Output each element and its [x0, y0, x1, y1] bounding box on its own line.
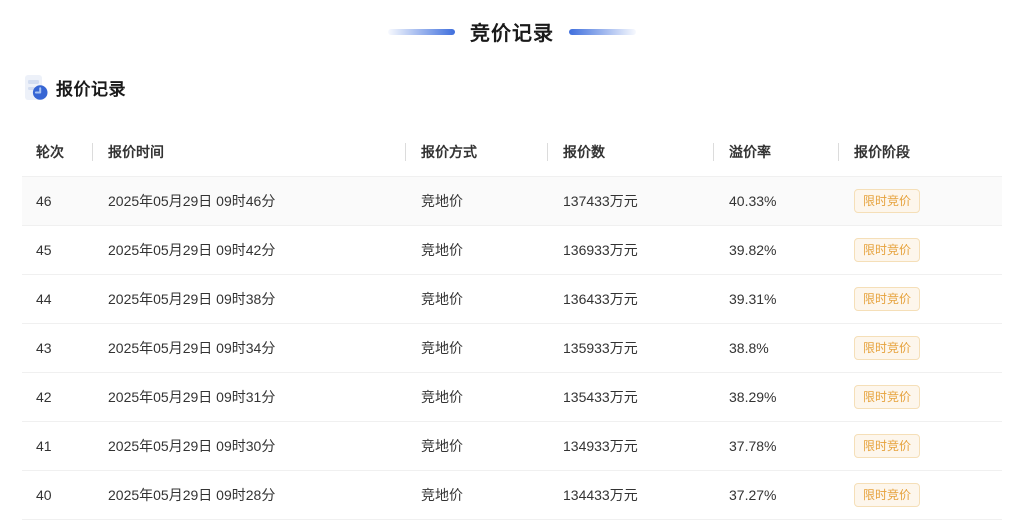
cell-round: 42: [22, 372, 92, 421]
cell-amount: 135433万元: [547, 372, 713, 421]
stage-badge: 限时竞价: [854, 434, 920, 458]
table-row[interactable]: 43 2025年05月29日 09时34分 竞地价 135933万元 38.8%…: [22, 323, 1002, 372]
cell-premium: 37.27%: [713, 470, 838, 519]
cell-time: 2025年05月29日 09时46分: [92, 176, 405, 225]
cell-amount: 134433万元: [547, 470, 713, 519]
cell-stage: 限时竞价: [838, 176, 1002, 225]
cell-stage: 限时竞价: [838, 225, 1002, 274]
stage-badge: 限时竞价: [854, 189, 920, 213]
cell-time: 2025年05月29日 09时30分: [92, 421, 405, 470]
column-header-premium: 溢价率: [713, 128, 838, 176]
cell-time: 2025年05月29日 09时31分: [92, 372, 405, 421]
cell-premium: 39.82%: [713, 225, 838, 274]
table-row[interactable]: 41 2025年05月29日 09时30分 竞地价 134933万元 37.78…: [22, 421, 1002, 470]
cell-method: 竞地价: [405, 274, 547, 323]
stage-badge: 限时竞价: [854, 385, 920, 409]
cell-method: 竞地价: [405, 421, 547, 470]
cell-round: 46: [22, 176, 92, 225]
cell-round: 41: [22, 421, 92, 470]
cell-premium: 37.78%: [713, 421, 838, 470]
page: 竞价记录 报价记录: [0, 18, 1024, 520]
table-row[interactable]: 40 2025年05月29日 09时28分 竞地价 134433万元 37.27…: [22, 470, 1002, 519]
cell-stage: 限时竞价: [838, 372, 1002, 421]
document-clock-icon: [22, 74, 48, 100]
cell-method: 竞地价: [405, 176, 547, 225]
cell-amount: 136933万元: [547, 225, 713, 274]
title-decoration-left-icon: [388, 29, 455, 35]
column-header-round: 轮次: [22, 128, 92, 176]
stage-badge: 限时竞价: [854, 336, 920, 360]
cell-time: 2025年05月29日 09时42分: [92, 225, 405, 274]
column-header-method: 报价方式: [405, 128, 547, 176]
stage-badge: 限时竞价: [854, 238, 920, 262]
title-decoration-right-icon: [569, 29, 636, 35]
bid-record-table-container: 轮次 报价时间 报价方式 报价数 溢价率 报价阶段 46 2025年05月29日…: [22, 128, 1002, 520]
section-title: 报价记录: [56, 75, 126, 100]
table-row[interactable]: 44 2025年05月29日 09时38分 竞地价 136433万元 39.31…: [22, 274, 1002, 323]
cell-stage: 限时竞价: [838, 323, 1002, 372]
page-header: 竞价记录: [0, 18, 1024, 45]
stage-badge: 限时竞价: [854, 483, 920, 507]
cell-stage: 限时竞价: [838, 470, 1002, 519]
table-header-row: 轮次 报价时间 报价方式 报价数 溢价率 报价阶段: [22, 128, 1002, 176]
cell-amount: 134933万元: [547, 421, 713, 470]
cell-method: 竞地价: [405, 470, 547, 519]
cell-amount: 136433万元: [547, 274, 713, 323]
stage-badge: 限时竞价: [854, 287, 920, 311]
cell-round: 45: [22, 225, 92, 274]
column-header-amount: 报价数: [547, 128, 713, 176]
cell-time: 2025年05月29日 09时34分: [92, 323, 405, 372]
table-row[interactable]: 45 2025年05月29日 09时42分 竞地价 136933万元 39.82…: [22, 225, 1002, 274]
section-header: 报价记录: [22, 74, 1024, 100]
cell-premium: 39.31%: [713, 274, 838, 323]
cell-method: 竞地价: [405, 323, 547, 372]
cell-time: 2025年05月29日 09时38分: [92, 274, 405, 323]
cell-premium: 40.33%: [713, 176, 838, 225]
cell-stage: 限时竞价: [838, 421, 1002, 470]
cell-amount: 137433万元: [547, 176, 713, 225]
column-header-time: 报价时间: [92, 128, 405, 176]
cell-stage: 限时竞价: [838, 274, 1002, 323]
cell-method: 竞地价: [405, 225, 547, 274]
cell-amount: 135933万元: [547, 323, 713, 372]
table-row[interactable]: 42 2025年05月29日 09时31分 竞地价 135433万元 38.29…: [22, 372, 1002, 421]
table-body: 46 2025年05月29日 09时46分 竞地价 137433万元 40.33…: [22, 176, 1002, 519]
bid-record-table: 轮次 报价时间 报价方式 报价数 溢价率 报价阶段 46 2025年05月29日…: [22, 128, 1002, 520]
cell-time: 2025年05月29日 09时28分: [92, 470, 405, 519]
page-title: 竞价记录: [470, 17, 554, 46]
cell-round: 43: [22, 323, 92, 372]
cell-premium: 38.29%: [713, 372, 838, 421]
cell-premium: 38.8%: [713, 323, 838, 372]
table-row[interactable]: 46 2025年05月29日 09时46分 竞地价 137433万元 40.33…: [22, 176, 1002, 225]
cell-round: 44: [22, 274, 92, 323]
cell-round: 40: [22, 470, 92, 519]
cell-method: 竞地价: [405, 372, 547, 421]
column-header-stage: 报价阶段: [838, 128, 1002, 176]
